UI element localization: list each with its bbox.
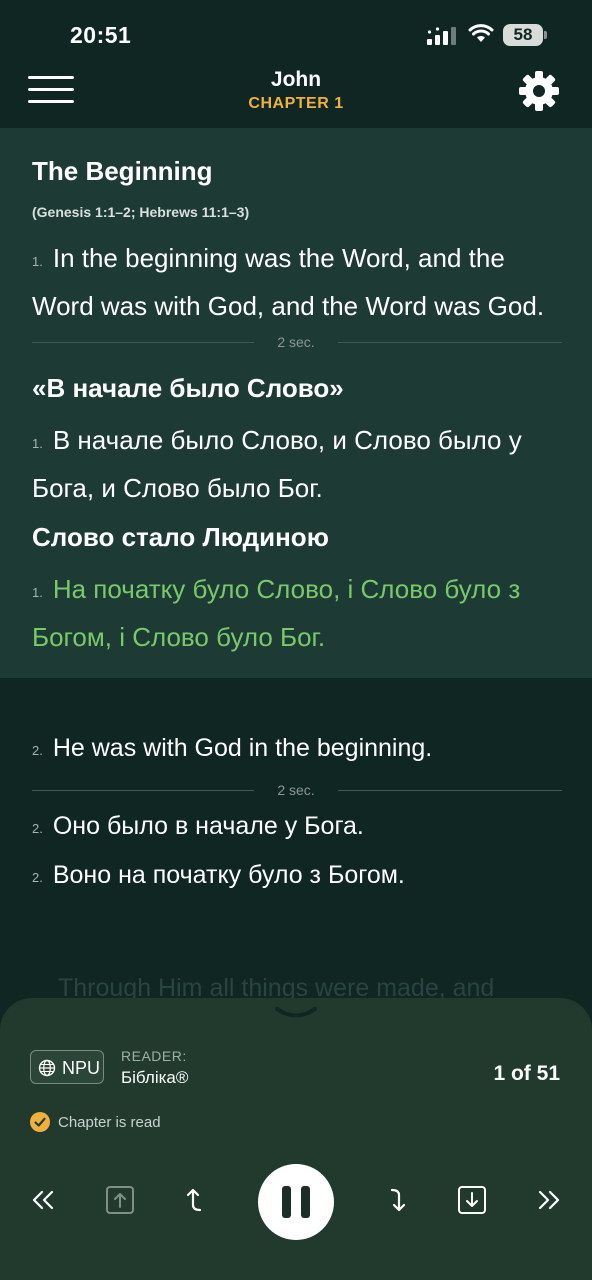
- verse-uk-2[interactable]: 2. Воно на початку було з Богом.: [32, 861, 405, 890]
- chevron-down-icon[interactable]: [273, 1004, 319, 1024]
- menu-icon: [28, 76, 74, 79]
- verse-ru: 1. В начале было Слово, и Слово было у Бо…: [32, 418, 572, 510]
- verse-line: In the beginning was the Word, and the: [52, 243, 505, 273]
- fast-forward-icon[interactable]: [526, 1178, 570, 1222]
- arrow-up-icon[interactable]: [174, 1178, 218, 1222]
- verse-line: Богом, і Слово було Бог.: [32, 622, 326, 652]
- gear-icon[interactable]: [518, 70, 560, 112]
- verse-text: He was with God in the beginning.: [52, 734, 433, 762]
- cellular-signal-icon: [427, 27, 456, 45]
- wifi-icon: [468, 24, 494, 42]
- divider-line: [32, 790, 254, 791]
- verse-en-2[interactable]: 2. He was with God in the beginning.: [32, 734, 432, 763]
- battery-icon: 58: [503, 24, 547, 46]
- status-time: 20:51: [70, 22, 132, 48]
- read-status-text: Chapter is read: [58, 1114, 161, 1131]
- verse-ru-2[interactable]: 2. Оно было в начале у Бога.: [32, 812, 364, 841]
- translation-badge[interactable]: NPU: [30, 1050, 104, 1084]
- pause-label: 2 sec.: [277, 334, 315, 350]
- divider-line: [338, 342, 562, 343]
- menu-button[interactable]: [28, 74, 76, 106]
- verse-number: 1.: [32, 254, 43, 269]
- cross-references: (Genesis 1:1–2; Hebrews 11:1–3): [32, 204, 250, 220]
- verse-number: 1.: [32, 585, 43, 600]
- verse-counter: 1 of 51: [493, 1062, 560, 1085]
- verse-number: 2.: [32, 821, 43, 836]
- arrow-down-icon[interactable]: [374, 1178, 418, 1222]
- bookmark-down-icon[interactable]: [450, 1178, 494, 1222]
- verse-line: Word was with God, and the Word was God.: [32, 291, 545, 321]
- reader-name[interactable]: Бібліка®: [121, 1068, 188, 1088]
- reader-label: READER:: [121, 1048, 187, 1064]
- verse-number: 2.: [32, 870, 43, 885]
- verse-text: Воно на початку було з Богом.: [52, 861, 405, 889]
- pause-divider: 2 sec.: [32, 780, 562, 800]
- battery-level: 58: [513, 25, 533, 44]
- translation-code: NPU: [62, 1058, 101, 1078]
- section-title-en: The Beginning: [32, 156, 213, 186]
- battery-cap: [544, 31, 547, 39]
- status-bar: 20:51 58: [0, 0, 592, 60]
- pause-icon: [282, 1186, 291, 1218]
- rewind-icon[interactable]: [22, 1178, 66, 1222]
- verse-line: В начале было Слово, и Слово было у: [52, 425, 522, 455]
- verse-uk-highlighted: 1. На початку було Слово, і Слово було з …: [32, 567, 572, 659]
- top-area: 20:51 58 John CHAPTER 1: [0, 0, 592, 128]
- book-title: John: [270, 68, 322, 91]
- section-title-uk: Слово стало Людиною: [32, 522, 329, 552]
- header: John CHAPTER 1: [0, 60, 592, 128]
- menu-icon-line: [28, 100, 74, 103]
- menu-icon-line: [28, 88, 74, 91]
- verse-number: 1.: [32, 436, 43, 451]
- pause-icon-bar: [301, 1186, 310, 1218]
- pause-label: 2 sec.: [277, 782, 315, 798]
- current-verse-block[interactable]: The Beginning (Genesis 1:1–2; Hebrews 11…: [0, 128, 592, 678]
- globe-icon: [38, 1059, 56, 1077]
- section-title-ru: «В начале было Слово»: [32, 373, 344, 403]
- check-circle-icon: [30, 1112, 50, 1132]
- pause-divider: 2 sec.: [32, 332, 562, 352]
- verse-line: Бога, и Слово было Бог.: [32, 473, 323, 503]
- pause-button[interactable]: [258, 1164, 334, 1240]
- divider-line: [32, 342, 254, 343]
- verse-en: 1. In the beginning was the Word, and the…: [32, 236, 572, 328]
- audio-player-panel: NPU READER: Бібліка® 1 of 51 Chapter is …: [0, 998, 592, 1280]
- chapter-label: CHAPTER 1: [248, 95, 344, 112]
- verse-text: Оно было в начале у Бога.: [52, 812, 364, 840]
- verse-line: На початку було Слово, і Слово було з: [52, 574, 521, 604]
- verse-number: 2.: [32, 743, 43, 758]
- bookmark-up-icon[interactable]: [98, 1178, 142, 1222]
- divider-line: [338, 790, 562, 791]
